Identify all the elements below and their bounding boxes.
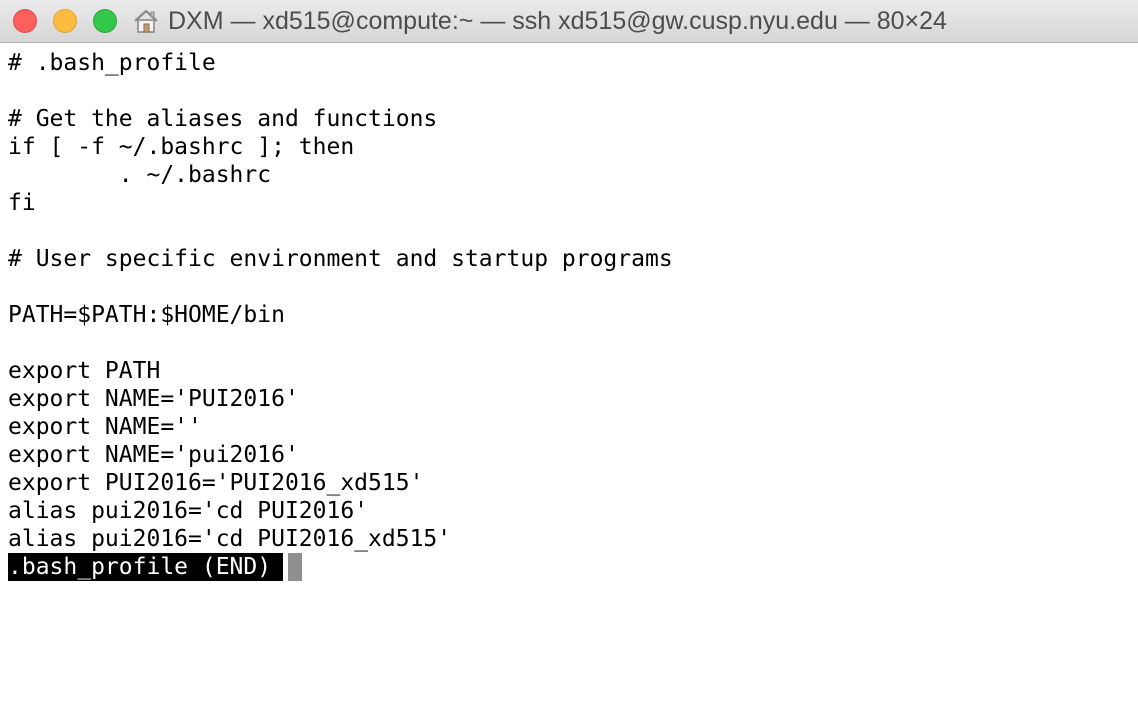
window-title: DXM — xd515@compute:~ — ssh xd515@gw.cus… (168, 6, 947, 35)
terminal-line: # Get the aliases and functions (8, 106, 438, 132)
window-title-group: DXM — xd515@compute:~ — ssh xd515@gw.cus… (132, 5, 947, 37)
terminal-line: export NAME='PUI2016' (8, 386, 299, 412)
terminal-line: export PUI2016='PUI2016_xd515' (8, 470, 424, 496)
minimize-icon[interactable] (53, 9, 77, 33)
terminal-line: export PATH (8, 358, 161, 384)
home-folder-icon (134, 9, 158, 33)
zoom-icon[interactable] (93, 9, 117, 33)
terminal-line: # User specific environment and startup … (8, 246, 673, 272)
text-cursor (288, 553, 302, 581)
terminal-line: PATH=$PATH:$HOME/bin (8, 302, 285, 328)
terminal-line: export NAME='' (8, 414, 202, 440)
pager-status-line: .bash_profile (END) (8, 553, 284, 581)
terminal-line: . ~/.bashrc (8, 162, 272, 188)
terminal-content[interactable]: # .bash_profile # Get the aliases and fu… (0, 44, 1138, 722)
terminal-line: alias pui2016='cd PUI2016_xd515' (8, 526, 452, 552)
terminal-line: export NAME='pui2016' (8, 442, 299, 468)
terminal-line: # .bash_profile (8, 50, 216, 76)
title-bar[interactable]: DXM — xd515@compute:~ — ssh xd515@gw.cus… (0, 0, 1138, 43)
close-icon[interactable] (13, 9, 37, 33)
terminal-line: fi (8, 190, 36, 216)
terminal-line: alias pui2016='cd PUI2016' (8, 498, 369, 524)
terminal-window: DXM — xd515@compute:~ — ssh xd515@gw.cus… (0, 0, 1138, 722)
terminal-line: if [ -f ~/.bashrc ]; then (8, 134, 355, 160)
